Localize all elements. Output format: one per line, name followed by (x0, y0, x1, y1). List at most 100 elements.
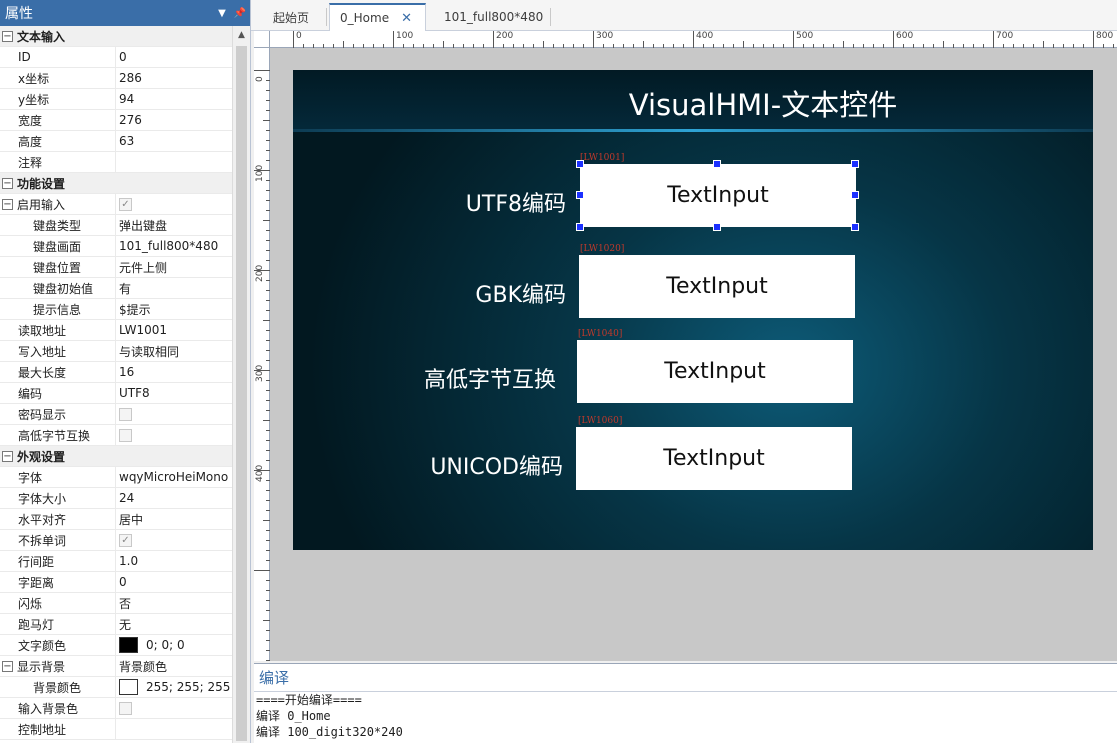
checkbox[interactable]: ✓ (119, 197, 132, 211)
selection-handle[interactable] (851, 191, 859, 199)
property-value[interactable] (116, 404, 233, 424)
property-row[interactable]: 注释 (0, 152, 233, 173)
property-value[interactable]: 弹出键盘 (116, 215, 233, 235)
label-utf8[interactable]: UTF8编码 (466, 186, 566, 218)
scroll-thumb[interactable] (236, 46, 247, 741)
color-swatch[interactable] (119, 679, 138, 695)
tab-0-home[interactable]: 0_Home ✕ (329, 3, 426, 31)
property-row[interactable]: 字体大小 24 (0, 488, 233, 509)
property-value[interactable]: 255; 255; 255 (116, 677, 233, 697)
property-group[interactable]: − 外观设置 (0, 446, 233, 467)
property-value[interactable]: 101_full800*480 (116, 236, 233, 256)
property-row[interactable]: 水平对齐 居中 (0, 509, 233, 530)
selection-handle[interactable] (851, 160, 859, 168)
label-gbk[interactable]: GBK编码 (475, 277, 566, 309)
property-row[interactable]: 背景颜色 255; 255; 255 (0, 677, 233, 698)
property-row[interactable]: 字距离 0 (0, 572, 233, 593)
property-group[interactable]: − 文本输入 (0, 26, 233, 47)
property-row[interactable]: y坐标 94 (0, 89, 233, 110)
property-value[interactable]: 1.0 (116, 551, 233, 571)
scroll-up-icon[interactable]: ▲ (233, 26, 250, 44)
pin-icon[interactable]: 📌 (232, 8, 248, 19)
property-row[interactable]: 键盘画面 101_full800*480 (0, 236, 233, 257)
text-input-utf8[interactable]: TextInput (580, 164, 856, 227)
selection-handle[interactable] (576, 191, 584, 199)
property-row[interactable]: 字体 wqyMicroHeiMono (0, 467, 233, 488)
property-row[interactable]: 控制地址 (0, 719, 233, 740)
selection-handle[interactable] (576, 223, 584, 231)
property-value[interactable]: 居中 (116, 509, 233, 529)
property-group[interactable]: − 功能设置 (0, 173, 233, 194)
property-row[interactable]: 高低字节互换 (0, 425, 233, 446)
property-value[interactable]: 否 (116, 593, 233, 613)
property-row[interactable]: 键盘位置 元件上侧 (0, 257, 233, 278)
property-value[interactable] (116, 698, 233, 718)
checkbox[interactable] (119, 407, 132, 421)
close-icon[interactable]: ✕ (401, 11, 412, 26)
hmi-title[interactable]: VisualHMI-文本控件 (293, 82, 1093, 124)
checkbox[interactable] (119, 428, 132, 442)
property-row[interactable]: 闪烁 否 (0, 593, 233, 614)
text-input-unicode[interactable]: TextInput (576, 427, 852, 490)
property-value[interactable]: 0; 0; 0 (116, 635, 233, 655)
property-value[interactable]: 有 (116, 278, 233, 298)
property-value[interactable]: 63 (116, 131, 233, 151)
property-row[interactable]: 写入地址 与读取相同 (0, 341, 233, 362)
tab-start-page[interactable]: 起始页 (263, 3, 319, 31)
property-scrollbar[interactable]: ▲ (232, 26, 250, 743)
property-value[interactable]: 与读取相同 (116, 341, 233, 361)
collapse-icon[interactable]: − (2, 450, 13, 462)
property-row[interactable]: − 显示背景 背景颜色 (0, 656, 233, 677)
property-value[interactable]: wqyMicroHeiMono (116, 467, 233, 487)
property-row[interactable]: ID 0 (0, 47, 233, 68)
property-row[interactable]: 输入背景色 (0, 698, 233, 719)
property-row[interactable]: 文字颜色 0; 0; 0 (0, 635, 233, 656)
text-input-byte-swap[interactable]: TextInput (577, 340, 853, 403)
property-value[interactable]: $提示 (116, 299, 233, 319)
property-value[interactable]: 16 (116, 362, 233, 382)
property-row[interactable]: − 启用输入 ✓ (0, 194, 233, 215)
property-row[interactable]: 密码显示 (0, 404, 233, 425)
hmi-screen[interactable]: VisualHMI-文本控件 UTF8编码 [LW1001] TextInput… (293, 70, 1093, 550)
property-row[interactable]: 行间距 1.0 (0, 551, 233, 572)
property-value[interactable]: 286 (116, 68, 233, 88)
property-value[interactable]: 94 (116, 89, 233, 109)
tab-101-full[interactable]: 101_full800*480 (434, 3, 553, 31)
property-value[interactable] (116, 152, 233, 172)
property-value[interactable]: 元件上侧 (116, 257, 233, 277)
property-value[interactable] (116, 719, 233, 739)
property-value[interactable]: ✓ (116, 530, 233, 550)
property-value[interactable] (116, 425, 233, 445)
label-byte-swap[interactable]: 高低字节互换 (424, 362, 556, 394)
property-row[interactable]: 最大长度 16 (0, 362, 233, 383)
collapse-icon[interactable]: − (2, 198, 13, 210)
property-row[interactable]: 读取地址 LW1001 (0, 320, 233, 341)
selection-handle[interactable] (713, 223, 721, 231)
text-input-gbk[interactable]: TextInput (579, 255, 855, 318)
checkbox[interactable]: ✓ (119, 533, 132, 547)
property-value[interactable]: ✓ (116, 194, 233, 214)
property-row[interactable]: 高度 63 (0, 131, 233, 152)
design-canvas[interactable]: 0 100 200 300 400 500 600 700 800 0 100 200 300 400 … (254, 31, 1117, 661)
label-unicode[interactable]: UNICOD编码 (430, 449, 563, 481)
property-row[interactable]: 键盘类型 弹出键盘 (0, 215, 233, 236)
selection-handle[interactable] (576, 160, 584, 168)
selection-handle[interactable] (713, 160, 721, 168)
property-value[interactable]: 276 (116, 110, 233, 130)
collapse-icon[interactable]: − (2, 30, 13, 42)
property-value[interactable]: 24 (116, 488, 233, 508)
property-value[interactable]: 0 (116, 47, 233, 67)
property-value[interactable]: 0 (116, 572, 233, 592)
collapse-icon[interactable]: − (2, 177, 13, 189)
property-row[interactable]: x坐标 286 (0, 68, 233, 89)
property-row[interactable]: 宽度 276 (0, 110, 233, 131)
chevron-down-icon[interactable]: ▼ (214, 8, 230, 19)
checkbox[interactable] (119, 701, 132, 715)
property-row[interactable]: 键盘初始值 有 (0, 278, 233, 299)
property-row[interactable]: 跑马灯 无 (0, 614, 233, 635)
property-value[interactable]: 无 (116, 614, 233, 634)
property-row[interactable]: 编码 UTF8 (0, 383, 233, 404)
selection-handle[interactable] (851, 223, 859, 231)
property-value[interactable]: 背景颜色 (116, 656, 233, 676)
property-value[interactable]: UTF8 (116, 383, 233, 403)
